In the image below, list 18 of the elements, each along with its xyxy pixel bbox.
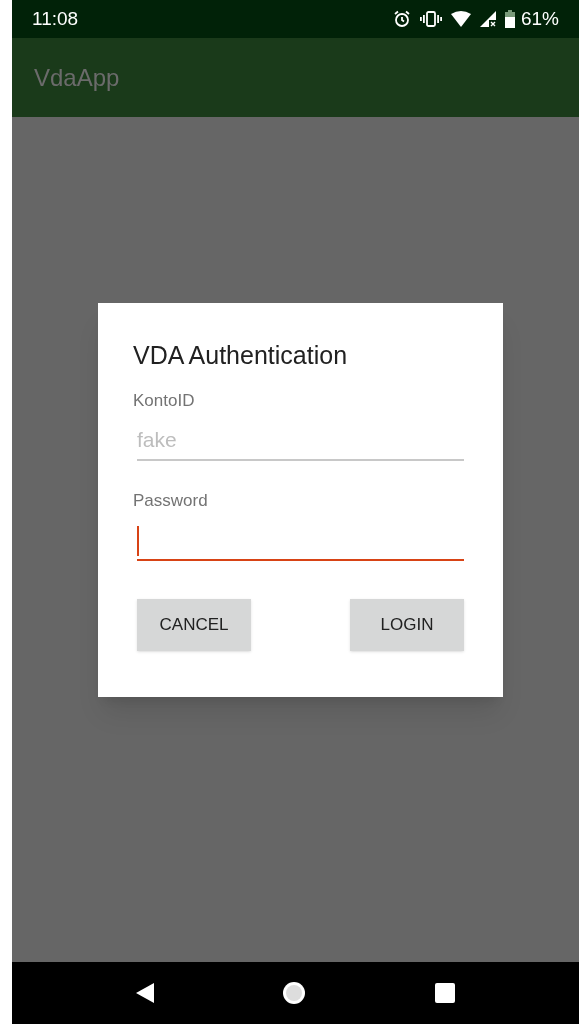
field-label: Password	[133, 490, 209, 512]
text-cursor	[137, 526, 139, 556]
dialog-button[interactable]: CANCEL	[137, 599, 251, 651]
app-title: VdaApp	[34, 62, 120, 93]
back-icon[interactable]	[136, 983, 155, 1003]
clock-time: 11:08	[32, 6, 79, 31]
dialog-button[interactable]: LOGIN	[350, 599, 464, 651]
vibrate-icon	[419, 11, 442, 27]
home-icon[interactable]	[282, 981, 307, 1005]
dialog-title: VDA Authentication	[133, 340, 349, 371]
battery-icon	[504, 10, 515, 28]
wifi-icon	[450, 11, 471, 27]
field-label: KontoID	[133, 390, 196, 412]
battery-percent: 61%	[520, 6, 559, 31]
alarm-icon	[392, 10, 411, 28]
input-field[interactable]: fake	[137, 421, 464, 461]
recents-icon[interactable]	[434, 983, 455, 1003]
signal-icon	[479, 11, 496, 27]
